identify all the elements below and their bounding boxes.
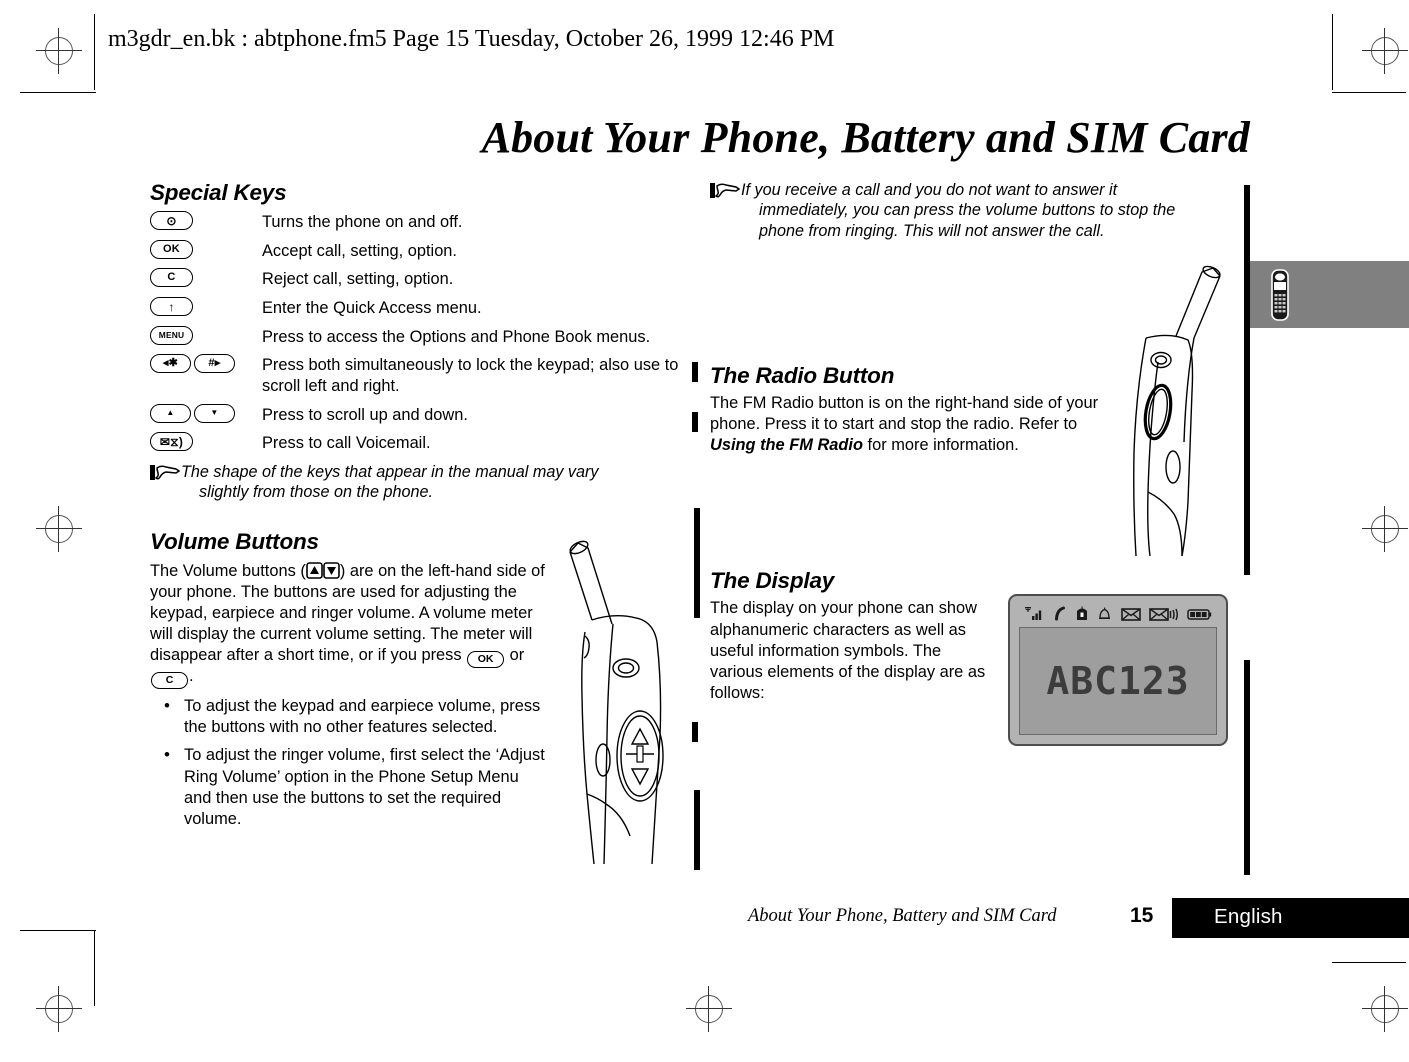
cross-reference-fm-radio[interactable]: Using the FM Radio xyxy=(710,436,863,454)
note-text: If you receive a call and you do not wan… xyxy=(741,181,1176,240)
table-row: ↑ Enter the Quick Access menu. xyxy=(150,296,695,325)
registration-mark-mid-left xyxy=(36,506,82,552)
star-left-key-icon[interactable]: ◂✱ xyxy=(150,354,191,374)
phone-side-view-radio-illustration xyxy=(1133,265,1221,557)
key-description: Accept call, setting, option. xyxy=(262,241,457,260)
key-cell: OK xyxy=(150,239,262,268)
footer-language-label: English xyxy=(1214,905,1283,928)
call-in-progress-icon xyxy=(1053,606,1067,622)
key-description: Enter the Quick Access menu. xyxy=(262,299,482,318)
key-cell: ◂✱ #▸ xyxy=(150,353,262,402)
table-row: MENU Press to access the Options and Pho… xyxy=(150,325,695,354)
registration-mark-mid-right xyxy=(1362,506,1408,552)
table-row: ⊙ Turns the phone on and off. xyxy=(150,210,695,239)
battery-icon xyxy=(1187,607,1212,621)
display-paragraph: The display on your phone can show alpha… xyxy=(710,599,986,702)
scroll-down-key-icon[interactable]: ▼ xyxy=(194,403,235,423)
registration-mark-top-right xyxy=(1362,28,1408,74)
quick-access-key-icon[interactable]: ↑ xyxy=(150,297,193,317)
document-page: m3gdr_en.bk : abtphone.fm5 Page 15 Tuesd… xyxy=(0,0,1409,1062)
key-cell: ⊙ xyxy=(150,210,262,239)
document-header-line: m3gdr_en.bk : abtphone.fm5 Page 15 Tuesd… xyxy=(108,26,835,52)
note-text: The shape of the keys that appear in the… xyxy=(181,463,599,502)
key-cell: ▲ ▼ xyxy=(150,403,262,432)
key-cell: C xyxy=(150,267,262,296)
voicemail-key-icon[interactable]: ✉⧖) xyxy=(150,432,193,452)
ok-key-inline-icon[interactable]: OK xyxy=(467,650,505,668)
note-incoming-call: If you receive a call and you do not wan… xyxy=(710,180,1250,241)
volume-up-icon xyxy=(306,562,323,579)
section-heading-special-keys: Special Keys xyxy=(150,180,287,205)
lcd-text: ABC123 xyxy=(1046,659,1190,703)
key-description: Press to access the Options and Phone Bo… xyxy=(262,327,651,346)
section-heading-the-display: The Display xyxy=(710,568,835,594)
clear-key-icon[interactable]: C xyxy=(150,268,193,288)
crop-line-left-vertical xyxy=(94,14,95,90)
ok-key-icon[interactable]: OK xyxy=(150,239,193,259)
power-key-icon[interactable]: ⊙ xyxy=(150,211,193,230)
registration-mark-bottom-center xyxy=(686,986,732,1032)
footer-language-band xyxy=(1172,898,1409,938)
table-row: OK Accept call, setting, option. xyxy=(150,239,695,268)
crop-line-bottom-right-horizontal xyxy=(1332,962,1406,963)
phone-side-view-volume-illustration xyxy=(569,540,664,865)
pointing-hand-icon xyxy=(150,462,181,503)
page-title: About Your Phone, Battery and SIM Card xyxy=(481,113,1250,162)
key-description: Press to scroll up and down. xyxy=(262,405,468,424)
key-description: Press to call Voicemail. xyxy=(262,434,431,453)
clear-key-inline-icon[interactable]: C xyxy=(151,672,188,689)
display-screen-area: ABC123 xyxy=(1019,627,1217,735)
display-status-icons xyxy=(1019,603,1217,625)
special-keys-table: ⊙ Turns the phone on and off. OK Accept … xyxy=(150,210,695,460)
table-row: ▲ ▼ Press to scroll up and down. xyxy=(150,403,695,432)
signal-strength-icon xyxy=(1023,606,1045,622)
hash-right-key-icon[interactable]: #▸ xyxy=(194,354,235,374)
list-item: To adjust the ringer volume, first selec… xyxy=(150,744,550,829)
radio-button-paragraph: The FM Radio button is on the right-hand… xyxy=(710,394,1099,455)
volume-buttons-bullets: To adjust the keypad and earpiece volume… xyxy=(150,695,550,829)
table-row: ◂✱ #▸ Press both simultaneously to lock t… xyxy=(150,353,695,402)
footer-chapter-title: About Your Phone, Battery and SIM Card xyxy=(748,906,1057,926)
crop-line-top-right-horizontal xyxy=(1332,92,1406,93)
key-description: Press both simultaneously to lock the ke… xyxy=(262,356,679,396)
registration-mark-bottom-left xyxy=(36,986,82,1032)
registration-mark-top-left xyxy=(36,28,82,74)
table-row: C Reject call, setting, option. xyxy=(150,267,695,296)
mailbox-icon xyxy=(1075,606,1089,622)
crop-line-top-left-horizontal xyxy=(20,92,96,93)
key-description: Reject call, setting, option. xyxy=(262,270,454,289)
mobile-phone-icon xyxy=(1271,269,1289,321)
pointing-hand-icon xyxy=(710,180,741,241)
footer-page-number: 15 xyxy=(1130,904,1154,927)
chapter-edge-tab xyxy=(1250,261,1409,328)
crop-line-bottom-left-horizontal xyxy=(20,930,96,931)
volume-buttons-paragraph: The Volume buttons () are on the left-ha… xyxy=(150,559,550,689)
table-row: ✉⧖) Press to call Voicemail. xyxy=(150,431,695,460)
volume-down-icon xyxy=(323,562,340,579)
crop-line-left-vertical-bottom xyxy=(94,930,95,1006)
key-description: Turns the phone on and off. xyxy=(262,213,463,231)
crop-line-right-vertical xyxy=(1332,14,1333,90)
key-cell: ↑ xyxy=(150,296,262,325)
menu-key-icon[interactable]: MENU xyxy=(150,325,193,345)
note-key-shapes: The shape of the keys that appear in the… xyxy=(150,462,695,503)
voicemail-envelope-icon xyxy=(1148,607,1179,622)
list-item: To adjust the keypad and earpiece volume… xyxy=(150,695,550,738)
key-cell: MENU xyxy=(150,325,262,354)
key-cell: ✉⧖) xyxy=(150,431,262,460)
registration-mark-bottom-right xyxy=(1362,986,1408,1032)
message-envelope-icon xyxy=(1120,607,1141,622)
phone-display-illustration: ABC123 xyxy=(1008,594,1228,746)
scroll-up-key-icon[interactable]: ▲ xyxy=(150,403,191,423)
alarm-bell-icon xyxy=(1097,606,1112,622)
